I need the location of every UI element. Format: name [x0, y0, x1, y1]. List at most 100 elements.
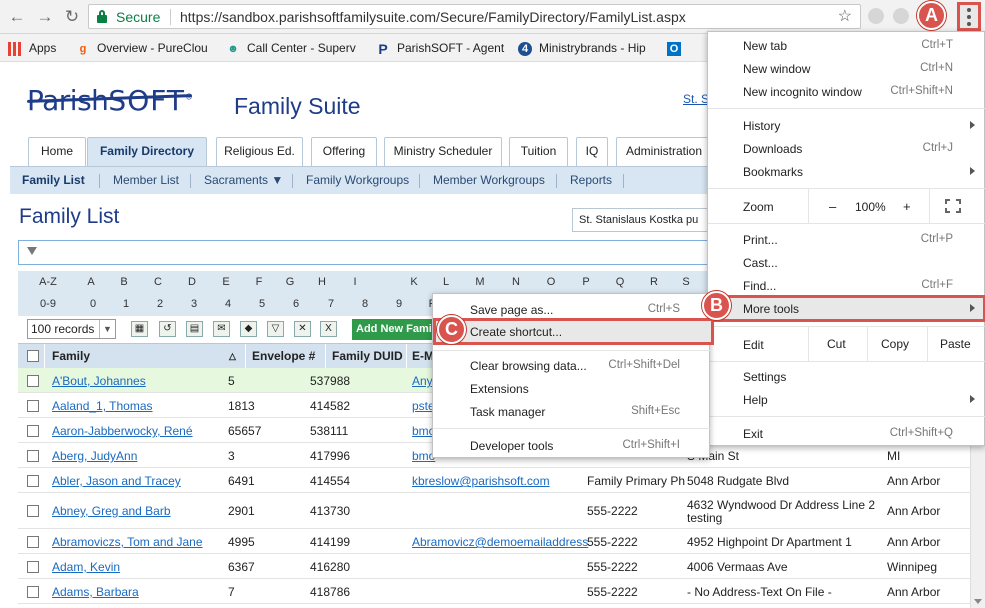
row-checkbox[interactable]	[27, 375, 39, 387]
url-text[interactable]: https://sandbox.parishsoftfamilysuite.co…	[180, 9, 686, 25]
alpha-filter-g[interactable]: G	[286, 276, 295, 288]
sort-ascending-icon[interactable]: △	[229, 351, 236, 362]
copy-button[interactable]: Copy	[881, 337, 909, 351]
menu-item-settings[interactable]: Settings	[708, 365, 985, 388]
alpha-filter-i[interactable]: I	[353, 276, 356, 288]
bookmark-ministrybrands[interactable]: 4 Ministrybrands - Hip	[518, 39, 646, 57]
numeric-filter-4[interactable]: 4	[225, 298, 231, 310]
bookmark-star-icon[interactable]: ☆	[838, 6, 852, 26]
zoom-out-button[interactable]: –	[829, 199, 836, 214]
chrome-menu-button[interactable]	[957, 2, 981, 31]
alpha-filter-b[interactable]: B	[120, 276, 127, 288]
row-checkbox[interactable]	[27, 400, 39, 412]
family-name-link[interactable]: Aaron-Jabberwocky, René	[52, 424, 193, 438]
fullscreen-icon[interactable]	[945, 199, 961, 213]
subnav-member-list[interactable]: Member List	[113, 173, 179, 187]
numeric-filter-0-9[interactable]: 0-9	[40, 298, 56, 310]
numeric-filter-7[interactable]: 7	[328, 298, 334, 310]
bookmark-callcenter[interactable]: ☻ Call Center - Superv	[226, 39, 356, 57]
select-all-checkbox[interactable]	[27, 350, 39, 362]
family-name-link[interactable]: Aaland_1, Thomas	[52, 399, 153, 413]
cut-button[interactable]: Cut	[827, 337, 846, 351]
menu-item-help[interactable]: Help	[708, 388, 985, 411]
family-name-link[interactable]: Aberg, JudyAnn	[52, 449, 137, 463]
subnav-reports[interactable]: Reports	[570, 173, 612, 187]
extension-icon[interactable]	[893, 8, 909, 24]
tab-home[interactable]: Home	[28, 137, 86, 166]
refresh-list-icon[interactable]: ↺	[159, 321, 176, 337]
column-header-email[interactable]: E-M	[412, 349, 434, 363]
family-name-link[interactable]: Abramoviczs, Tom and Jane	[52, 535, 203, 549]
alpha-filter-d[interactable]: D	[188, 276, 196, 288]
family-name-link[interactable]: Adams, Barbara	[52, 585, 139, 599]
column-header-family[interactable]: Family	[52, 349, 90, 363]
alpha-filter-a-z[interactable]: A-Z	[39, 276, 57, 288]
row-checkbox[interactable]	[27, 450, 39, 462]
menu-item-more-tools[interactable]: More tools	[708, 295, 985, 322]
tab-religious-ed[interactable]: Religious Ed.	[216, 137, 303, 166]
menu-item-cast[interactable]: Cast...	[708, 251, 985, 274]
submenu-item-clear-browsing[interactable]: Clear browsing data... Ctrl+Shift+Del	[433, 354, 711, 377]
subnav-member-workgroups[interactable]: Member Workgroups	[433, 173, 545, 187]
column-header-envelope[interactable]: Envelope #	[252, 349, 315, 363]
scroll-down-icon[interactable]	[974, 599, 982, 604]
menu-item-exit[interactable]: Exit Ctrl+Shift+Q	[708, 422, 985, 445]
family-name-link[interactable]: Adam, Kevin	[52, 560, 120, 574]
table-row[interactable]: Adams, Barbara 7 418786 555-2222 - No Addres…	[18, 579, 970, 604]
excel-icon[interactable]: X	[320, 321, 337, 337]
tab-offering[interactable]: Offering	[311, 137, 377, 166]
numeric-filter-1[interactable]: 1	[123, 298, 129, 310]
email-link[interactable]: kbreslow@parishsoft.com	[412, 474, 550, 488]
bookmark-parishsoft-agent[interactable]: P ParishSOFT - Agent	[376, 39, 504, 57]
alpha-filter-n[interactable]: N	[512, 276, 520, 288]
paste-button[interactable]: Paste	[940, 337, 971, 351]
row-checkbox[interactable]	[27, 586, 39, 598]
alpha-filter-l[interactable]: L	[443, 276, 449, 288]
filter-expand-icon[interactable]	[27, 247, 37, 255]
alpha-filter-h[interactable]: H	[318, 276, 326, 288]
alpha-filter-m[interactable]: M	[475, 276, 484, 288]
omnibox[interactable]: Secure https://sandbox.parishsoftfamilys…	[88, 4, 861, 29]
parish-link[interactable]: St. S	[683, 92, 709, 106]
subnav-family-list[interactable]: Family List	[22, 173, 85, 187]
numeric-filter-5[interactable]: 5	[259, 298, 265, 310]
row-checkbox[interactable]	[27, 475, 39, 487]
parish-select[interactable]: St. Stanislaus Kostka pu	[572, 208, 712, 232]
table-row[interactable]: Adam, Kevin 6367 416280 555-2222 4006 Vermaa…	[18, 554, 970, 579]
family-name-link[interactable]: Abney, Greg and Barb	[52, 504, 171, 518]
family-name-link[interactable]: Abler, Jason and Tracey	[52, 474, 181, 488]
alpha-filter-s[interactable]: S	[682, 276, 689, 288]
numeric-filter-3[interactable]: 3	[191, 298, 197, 310]
menu-item-find[interactable]: Find... Ctrl+F	[708, 274, 985, 297]
row-checkbox[interactable]	[27, 505, 39, 517]
labels-icon[interactable]: ◆	[240, 321, 257, 337]
alpha-filter-p[interactable]: P	[582, 276, 589, 288]
export-icon[interactable]: ▦	[131, 321, 148, 337]
menu-item-new-incognito[interactable]: New incognito window Ctrl+Shift+N	[708, 80, 985, 103]
family-name-link[interactable]: A'Bout, Johannes	[52, 374, 146, 388]
email-icon[interactable]: ✉	[213, 321, 230, 337]
subnav-sacraments[interactable]: Sacraments ▼	[204, 173, 283, 187]
submenu-item-create-shortcut[interactable]: Create shortcut...	[433, 318, 714, 345]
filter-bar[interactable]	[18, 240, 712, 265]
submenu-item-developer-tools[interactable]: Developer tools Ctrl+Shift+I	[433, 434, 711, 457]
table-row[interactable]: Abler, Jason and Tracey 6491 414554 kbreslo…	[18, 468, 970, 493]
menu-item-downloads[interactable]: Downloads Ctrl+J	[708, 137, 985, 160]
reload-icon[interactable]: ↻	[61, 6, 83, 28]
tab-family-directory[interactable]: Family Directory	[87, 137, 207, 167]
row-checkbox[interactable]	[27, 425, 39, 437]
table-row[interactable]: Abramoviczs, Tom and Jane 4995 414199 Abram…	[18, 529, 970, 554]
row-checkbox[interactable]	[27, 561, 39, 573]
submenu-item-extensions[interactable]: Extensions	[433, 377, 711, 400]
tab-ministry-scheduler[interactable]: Ministry Scheduler	[384, 137, 502, 166]
bookmark-apps[interactable]: Apps	[8, 39, 56, 57]
back-arrow-icon[interactable]: ←	[6, 6, 28, 28]
alpha-filter-o[interactable]: O	[547, 276, 556, 288]
subnav-family-workgroups[interactable]: Family Workgroups	[306, 173, 409, 187]
menu-item-print[interactable]: Print... Ctrl+P	[708, 228, 985, 251]
email-link[interactable]: Abramovicz@demoemailaddress	[412, 535, 588, 549]
alpha-filter-e[interactable]: E	[222, 276, 229, 288]
column-header-duid[interactable]: Family DUID	[332, 349, 403, 363]
numeric-filter-0[interactable]: 0	[90, 298, 96, 310]
menu-item-new-tab[interactable]: New tab Ctrl+T	[708, 34, 985, 57]
